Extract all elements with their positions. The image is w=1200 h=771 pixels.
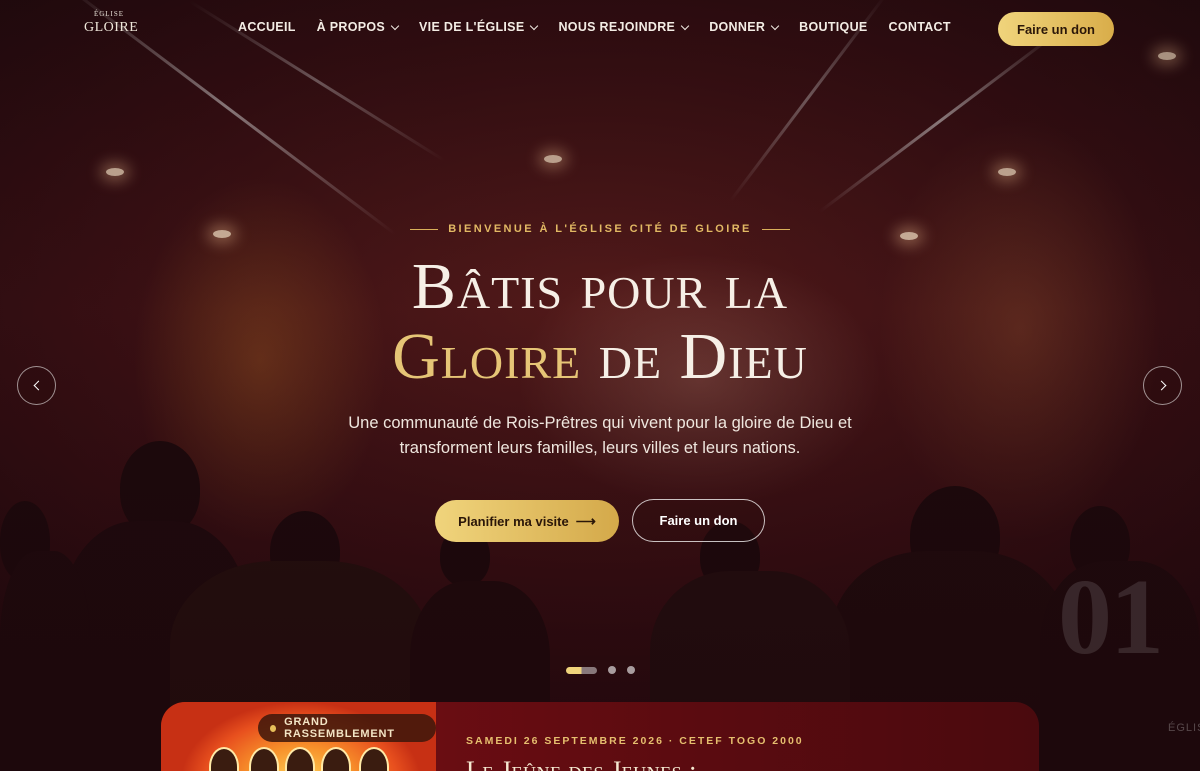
slider-dot-active[interactable] (566, 666, 597, 674)
nav-item-contact[interactable]: CONTACT (889, 20, 951, 34)
hero-title-gold: Gloire (392, 320, 582, 393)
event-badge-label: GRAND RASSEMBLEMENT (284, 716, 395, 740)
hero-subtitle: Une communauté de Rois-Prêtres qui viven… (348, 414, 852, 457)
plan-visit-button[interactable]: Planifier ma visite ⟶ (435, 500, 619, 542)
nav-item-label: CONTACT (888, 20, 951, 34)
arrow-right-icon: ⟶ (575, 512, 596, 529)
event-badge: GRAND RASSEMBLEMENT (258, 714, 436, 742)
eyebrow-text: BIENVENUE À L'ÉGLISE CITÉ DE GLOIRE (448, 223, 752, 235)
nav-item-boutique[interactable]: BOUTIQUE (799, 20, 867, 34)
eyebrow-line (410, 228, 439, 230)
speaker-photo (209, 747, 239, 771)
chevron-down-icon (530, 21, 539, 30)
event-title: Le Jeûne des Jeunes : (466, 756, 697, 771)
header-donate-button[interactable]: Faire un don (998, 12, 1114, 46)
slider-prev-button[interactable] (17, 366, 56, 405)
main-menu: ACCUEIL À PROPOS VIE DE L'ÉGLISE NOUS RE… (238, 20, 972, 34)
chevron-down-icon (680, 21, 690, 30)
nav-item-label: NOUS REJOINDRE (558, 20, 676, 34)
chevron-right-icon (1156, 380, 1166, 391)
nav-item-nous-rejoindre[interactable]: NOUS REJOINDRE (558, 20, 690, 34)
event-image: GRAND RASSEMBLEMENT (161, 702, 436, 771)
nav-item-accueil[interactable]: ACCUEIL (238, 20, 296, 34)
hero-title-line2: Gloire de Dieu (0, 322, 1200, 392)
top-navigation: ÉGLISE GLOIRE ACCUEIL À PROPOS VIE DE L'… (0, 0, 1200, 56)
badge-dot-icon (270, 724, 277, 732)
logo-main-text: GLOIRE (84, 20, 139, 35)
event-meta: SAMEDI 26 SEPTEMBRE 2026 · CETEF TOGO 20… (466, 735, 804, 747)
nav-item-vie-eglise[interactable]: VIE DE L'ÉGLISE (419, 20, 539, 34)
edge-label: ÉGLIS (1168, 722, 1200, 734)
slider-dot[interactable] (627, 666, 635, 674)
eyebrow-line (761, 228, 790, 230)
speaker-photo (321, 747, 351, 771)
slider-dots (566, 666, 635, 674)
nav-item-label: BOUTIQUE (799, 20, 868, 34)
hero-eyebrow: BIENVENUE À L'ÉGLISE CITÉ DE GLOIRE (0, 223, 1200, 235)
plan-visit-label: Planifier ma visite (458, 513, 569, 529)
nav-item-label: VIE DE L'ÉGLISE (419, 20, 525, 34)
event-card[interactable]: GRAND RASSEMBLEMENT SAMEDI 26 SEPTEMBRE … (161, 702, 1039, 771)
slide-number: 01 (1058, 558, 1164, 677)
hero-donate-button[interactable]: Faire un don (632, 499, 765, 542)
chevron-down-icon (390, 21, 400, 30)
speaker-photo (359, 747, 389, 771)
hero-title-line1: Bâtis pour la (411, 250, 789, 323)
chevron-down-icon (770, 21, 780, 30)
hero-title: Bâtis pour la Gloire de Dieu (0, 252, 1200, 392)
speaker-photo (249, 747, 279, 771)
nav-item-label: DONNER (709, 20, 766, 34)
nav-item-label: À PROPOS (316, 20, 386, 34)
slider-next-button[interactable] (1143, 366, 1182, 405)
nav-item-donner[interactable]: DONNER (709, 20, 780, 34)
church-logo[interactable]: ÉGLISE GLOIRE (84, 10, 139, 46)
nav-item-label: ACCUEIL (238, 20, 296, 34)
hero-title-rest: de Dieu (581, 320, 808, 393)
chevron-left-icon (33, 380, 43, 391)
speaker-photo (285, 747, 315, 771)
slider-dot[interactable] (608, 666, 616, 674)
logo-top-text: ÉGLISE (93, 10, 125, 18)
nav-item-a-propos[interactable]: À PROPOS (316, 20, 400, 34)
